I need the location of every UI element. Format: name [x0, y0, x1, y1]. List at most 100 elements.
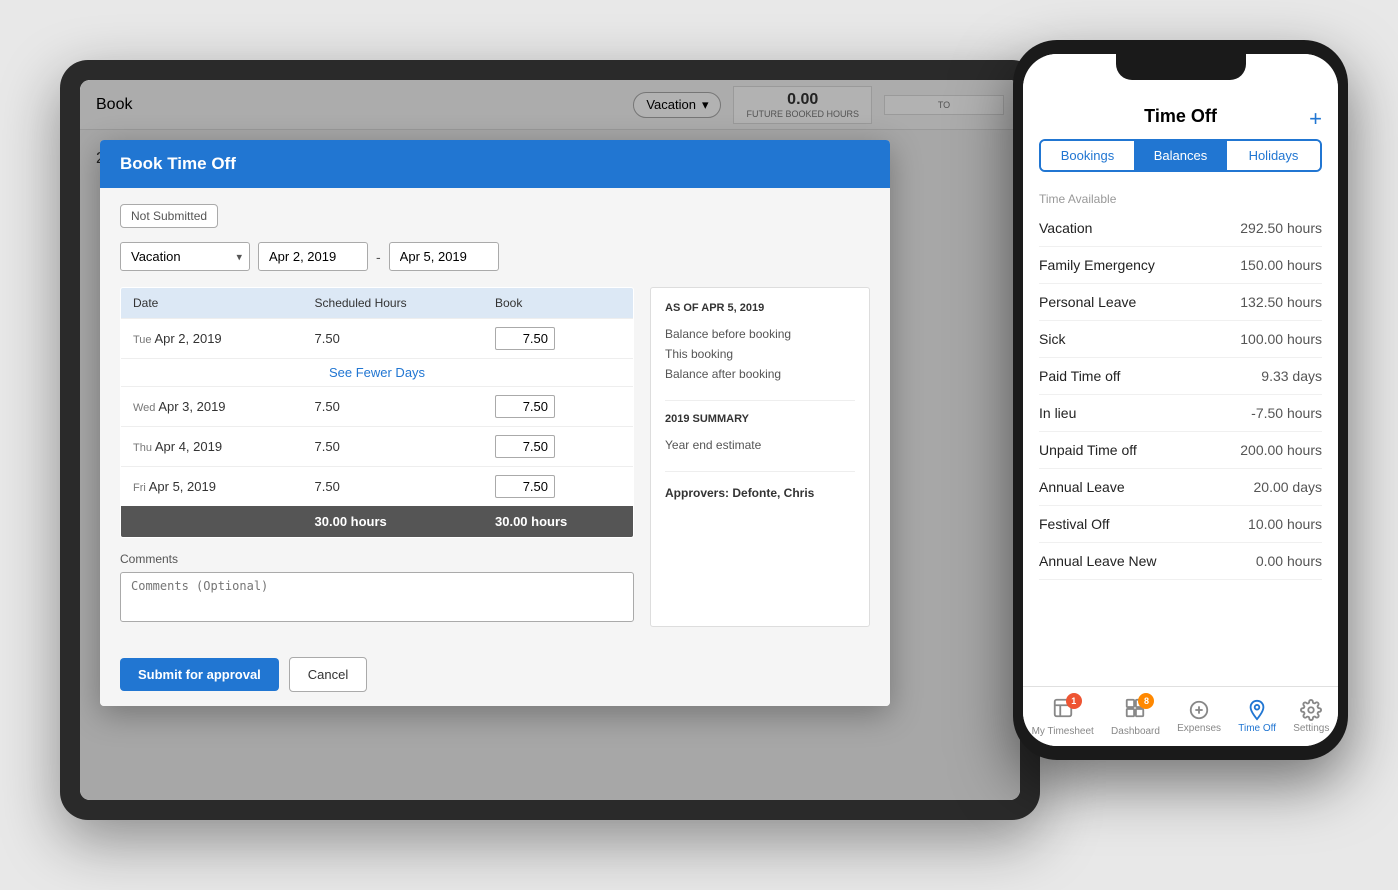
- time-table: Date Scheduled Hours Book Tue Apr 2, 201…: [120, 287, 634, 538]
- leave-type-select-wrapper[interactable]: Vacation: [120, 242, 250, 271]
- balance-name: Annual Leave New: [1039, 553, 1157, 569]
- footer-book-total: 30.00 hours: [483, 506, 634, 538]
- col-header-date: Date: [121, 288, 303, 319]
- modal-footer: Submit for approval Cancel: [100, 643, 890, 706]
- approvers-label: Approvers: Defonte, Chris: [665, 486, 814, 500]
- list-item: Sick 100.00 hours: [1039, 321, 1322, 358]
- comments-section: Comments: [120, 552, 634, 627]
- row-book: [483, 387, 634, 427]
- list-item: Festival Off 10.00 hours: [1039, 506, 1322, 543]
- tab-holidays[interactable]: Holidays: [1227, 141, 1320, 170]
- year-end-row: Year end estimate: [665, 435, 855, 455]
- comments-textarea[interactable]: [120, 572, 634, 622]
- hours-input[interactable]: [495, 395, 555, 418]
- balance-value: 10.00 hours: [1248, 516, 1322, 532]
- submit-button[interactable]: Submit for approval: [120, 658, 279, 691]
- balance-name: In lieu: [1039, 405, 1076, 421]
- see-fewer-cell: See Fewer Days: [121, 359, 634, 387]
- table-row: Wed Apr 3, 2019 7.50: [121, 387, 634, 427]
- balance-name: Annual Leave: [1039, 479, 1125, 495]
- hours-input[interactable]: [495, 327, 555, 350]
- as-of-title: AS OF APR 5, 2019: [665, 302, 855, 314]
- status-badge: Not Submitted: [120, 204, 218, 228]
- row-date: Fri Apr 5, 2019: [121, 467, 303, 507]
- phone-nav: 1 My Timesheet 8 Dashboard Expenses: [1023, 686, 1338, 746]
- row-scheduled: 7.50: [303, 387, 483, 427]
- phone-title-bar: Time Off +: [1023, 98, 1338, 131]
- row-date: Wed Apr 3, 2019: [121, 387, 303, 427]
- leave-type-select[interactable]: Vacation: [120, 242, 250, 271]
- balance-after-label: Balance after booking: [665, 367, 781, 381]
- balance-value: 132.50 hours: [1240, 294, 1322, 310]
- dashboard-badge: 8: [1138, 693, 1154, 709]
- nav-item-expenses[interactable]: Expenses: [1177, 699, 1221, 734]
- row-book: [483, 427, 634, 467]
- hours-input[interactable]: [495, 435, 555, 458]
- tab-balances[interactable]: Balances: [1134, 141, 1227, 170]
- balance-name: Personal Leave: [1039, 294, 1136, 310]
- table-row: Fri Apr 5, 2019 7.50: [121, 467, 634, 507]
- row-scheduled: 7.50: [303, 467, 483, 507]
- modal-header: Book Time Off: [100, 140, 890, 188]
- list-item: Unpaid Time off 200.00 hours: [1039, 432, 1322, 469]
- nav-label-timeoff: Time Off: [1238, 723, 1276, 734]
- phone-balances-list: Time Available Vacation 292.50 hours Fam…: [1023, 180, 1338, 686]
- table-row: Tue Apr 2, 2019 7.50: [121, 319, 634, 359]
- timesheet-badge: 1: [1066, 693, 1082, 709]
- modal-title: Book Time Off: [120, 154, 236, 173]
- row-date: Tue Apr 2, 2019: [121, 319, 303, 359]
- balance-value: 200.00 hours: [1240, 442, 1322, 458]
- book-time-off-modal: Book Time Off Not Submitted Vacation: [100, 140, 890, 706]
- tablet: Book Vacation ▾ 0.00 FUTURE BOOKED HOURS…: [60, 60, 1040, 820]
- nav-item-timesheet[interactable]: 1 My Timesheet: [1032, 697, 1094, 737]
- balance-name: Unpaid Time off: [1039, 442, 1137, 458]
- this-booking-label: This booking: [665, 347, 733, 361]
- date-from-input[interactable]: [258, 242, 368, 271]
- time-available-title: Time Available: [1039, 184, 1322, 210]
- modal-left-panel: Date Scheduled Hours Book Tue Apr 2, 201…: [120, 287, 634, 627]
- approvers-section: Approvers: Defonte, Chris: [665, 471, 855, 502]
- balance-value: 292.50 hours: [1240, 220, 1322, 236]
- balance-value: 150.00 hours: [1240, 257, 1322, 273]
- list-item: Annual Leave 20.00 days: [1039, 469, 1322, 506]
- modal-right-panel: AS OF APR 5, 2019 Balance before booking…: [650, 287, 870, 627]
- see-fewer-link[interactable]: See Fewer Days: [121, 359, 633, 386]
- balance-name: Sick: [1039, 331, 1065, 347]
- hours-input[interactable]: [495, 475, 555, 498]
- this-booking-row: This booking: [665, 344, 855, 364]
- summary-section: 2019 SUMMARY Year end estimate: [665, 400, 855, 455]
- modal-two-col: Date Scheduled Hours Book Tue Apr 2, 201…: [120, 287, 870, 627]
- nav-item-timeoff[interactable]: Time Off: [1238, 699, 1276, 734]
- list-item: In lieu -7.50 hours: [1039, 395, 1322, 432]
- timeoff-icon: [1246, 699, 1268, 721]
- date-to-input[interactable]: [389, 242, 499, 271]
- nav-item-dashboard[interactable]: 8 Dashboard: [1111, 697, 1160, 737]
- balance-name: Paid Time off: [1039, 368, 1120, 384]
- nav-label-expenses: Expenses: [1177, 723, 1221, 734]
- col-header-scheduled: Scheduled Hours: [303, 288, 483, 319]
- balance-before-row: Balance before booking: [665, 324, 855, 344]
- modal-overlay: Book Time Off Not Submitted Vacation: [80, 80, 1020, 800]
- balance-after-row: Balance after booking: [665, 364, 855, 384]
- nav-label-settings: Settings: [1293, 723, 1329, 734]
- nav-label-dashboard: Dashboard: [1111, 726, 1160, 737]
- list-item: Paid Time off 9.33 days: [1039, 358, 1322, 395]
- footer-empty: [121, 506, 303, 538]
- nav-item-settings[interactable]: Settings: [1293, 699, 1329, 734]
- row-scheduled: 7.50: [303, 427, 483, 467]
- tab-bookings[interactable]: Bookings: [1041, 141, 1134, 170]
- phone-title: Time Off: [1144, 106, 1217, 127]
- row-date: Thu Apr 4, 2019: [121, 427, 303, 467]
- tablet-screen: Book Vacation ▾ 0.00 FUTURE BOOKED HOURS…: [80, 80, 1020, 800]
- balance-name: Festival Off: [1039, 516, 1110, 532]
- list-item: Vacation 292.50 hours: [1039, 210, 1322, 247]
- expenses-icon: [1188, 699, 1210, 721]
- cancel-button[interactable]: Cancel: [289, 657, 367, 692]
- balance-value: 0.00 hours: [1256, 553, 1322, 569]
- table-row: See Fewer Days: [121, 359, 634, 387]
- phone-plus-button[interactable]: +: [1309, 106, 1322, 132]
- balance-name: Family Emergency: [1039, 257, 1155, 273]
- list-item: Personal Leave 132.50 hours: [1039, 284, 1322, 321]
- date-separator: -: [376, 249, 381, 265]
- list-item: Annual Leave New 0.00 hours: [1039, 543, 1322, 580]
